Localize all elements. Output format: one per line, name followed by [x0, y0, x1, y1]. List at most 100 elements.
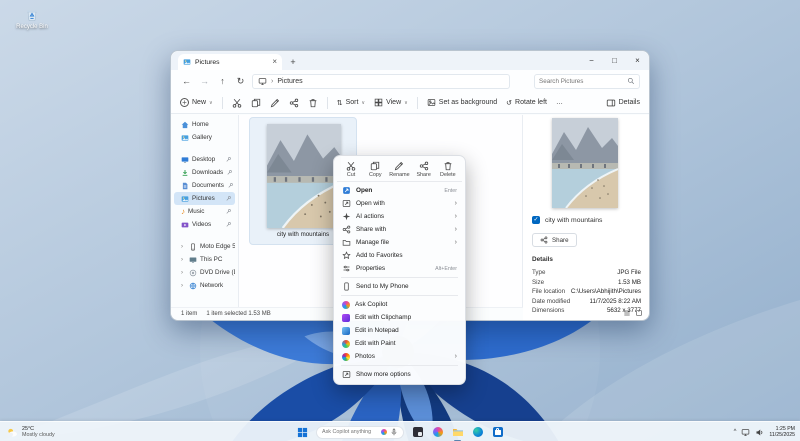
more-options-button[interactable]: …	[556, 99, 563, 106]
submenu-chevron-icon: ›	[455, 213, 457, 220]
expand-icon[interactable]: ›	[181, 257, 186, 263]
share-button[interactable]	[289, 98, 299, 108]
open-with-icon	[342, 199, 351, 208]
minimize-button[interactable]: −	[580, 51, 603, 70]
sidebar-item-this-pc[interactable]: › This PC	[174, 253, 235, 266]
submenu-chevron-icon: ›	[455, 239, 457, 246]
view-button[interactable]: View ∨	[374, 98, 408, 107]
search-input[interactable]	[539, 78, 624, 85]
forward-button[interactable]: →	[198, 76, 211, 86]
menu-item-photos[interactable]: Photos ›	[337, 350, 462, 363]
back-button[interactable]: ←	[180, 76, 193, 86]
videos-icon	[181, 221, 189, 229]
start-button[interactable]	[296, 426, 309, 439]
menu-item-add-to-favorites[interactable]: Add to Favorites	[337, 249, 462, 262]
menu-item-manage-file[interactable]: Manage file ›	[337, 236, 462, 249]
quick-rename-button[interactable]: Rename	[388, 161, 410, 178]
menu-item-share-with[interactable]: Share with ›	[337, 223, 462, 236]
music-icon: ♪	[181, 207, 185, 216]
quick-copy-button[interactable]: Copy	[364, 161, 386, 178]
menu-item-send-to-my-phone[interactable]: Send to My Phone	[337, 280, 462, 293]
copy-icon	[370, 161, 380, 171]
sort-button[interactable]: ⇅ Sort ∨	[337, 99, 365, 107]
quick-cut-button[interactable]: Cut	[340, 161, 362, 178]
taskbar-search[interactable]	[316, 426, 404, 439]
sidebar-item-gallery[interactable]: Gallery	[174, 131, 235, 144]
file-explorer-button[interactable]	[451, 426, 464, 439]
sidebar-item-videos[interactable]: Videos	[174, 218, 235, 231]
quick-delete-button[interactable]: Delete	[437, 161, 459, 178]
delete-icon	[443, 161, 453, 171]
sidebar-item-home[interactable]: Home	[174, 118, 235, 131]
menu-item-open[interactable]: Open Enter	[337, 184, 462, 197]
sort-icon: ⇅	[337, 99, 343, 107]
selected-checkbox[interactable]: ✓	[532, 216, 540, 224]
copy-button[interactable]	[251, 98, 261, 108]
thumbnail-view-icon[interactable]	[635, 309, 643, 317]
set-as-background-button[interactable]: Set as background	[427, 98, 497, 107]
details-toggle-button[interactable]: Details	[606, 98, 640, 108]
search-box[interactable]	[534, 74, 640, 89]
share-file-button[interactable]: Share	[532, 233, 577, 247]
menu-item-properties[interactable]: Properties Alt+Enter	[337, 262, 462, 275]
task-view-button[interactable]	[411, 426, 424, 439]
taskbar-search-input[interactable]	[322, 429, 378, 435]
tab-pictures[interactable]: Pictures ×	[178, 54, 282, 70]
rotate-left-icon: ↺	[506, 99, 512, 107]
navigation-pane: Home Gallery Desktop Downloads	[171, 115, 239, 320]
pin-icon	[226, 169, 233, 176]
weather-widget[interactable]: 25°C Mostly cloudy	[6, 422, 55, 441]
breadcrumb-location: Pictures	[277, 78, 302, 85]
details-heading: Details	[532, 256, 553, 263]
chevron-down-icon: ∨	[361, 100, 365, 106]
recycle-bin-shortcut[interactable]: Recycle Bin	[10, 7, 54, 30]
mic-icon[interactable]	[390, 428, 398, 436]
expand-icon[interactable]: ›	[181, 244, 186, 250]
chevron-down-icon: ∨	[209, 100, 213, 106]
edge-browser-button[interactable]	[471, 426, 484, 439]
view-label: View	[386, 99, 401, 106]
details-file-name: city with mountains	[545, 217, 602, 224]
expand-icon[interactable]: ›	[181, 283, 186, 289]
tray-chevron-icon[interactable]: ^	[734, 429, 737, 435]
menu-item-edit-in-notepad[interactable]: Edit in Notepad	[337, 324, 462, 337]
tab-close-icon[interactable]: ×	[272, 58, 277, 66]
detail-row-type: TypeJPG File	[532, 268, 641, 278]
network-display-icon[interactable]	[741, 428, 750, 437]
menu-item-edit-with-paint[interactable]: Edit with Paint	[337, 337, 462, 350]
new-tab-button[interactable]: +	[286, 55, 300, 69]
rename-button[interactable]	[270, 98, 280, 108]
maximize-button[interactable]: □	[603, 51, 626, 70]
sidebar-item-phone[interactable]: › Moto Edge 50 N	[174, 240, 235, 253]
microsoft-store-button[interactable]	[491, 426, 504, 439]
sidebar-item-network[interactable]: › Network	[174, 279, 235, 292]
rotate-left-button[interactable]: ↺ Rotate left	[506, 99, 547, 107]
breadcrumb[interactable]: › Pictures	[252, 74, 510, 89]
sidebar-item-music[interactable]: ♪ Music	[174, 205, 235, 218]
quick-share-button[interactable]: Share	[413, 161, 435, 178]
menu-item-ai-actions[interactable]: AI actions ›	[337, 210, 462, 223]
cut-button[interactable]	[232, 98, 242, 108]
refresh-button[interactable]: ↻	[234, 76, 247, 87]
up-button[interactable]: ↑	[216, 76, 229, 86]
clock[interactable]: 1:25 PM 11/25/2025	[769, 426, 795, 439]
menu-item-ask-copilot[interactable]: Ask Copilot	[337, 298, 462, 311]
close-button[interactable]: ×	[626, 51, 649, 70]
file-preview-image	[552, 118, 618, 208]
list-view-icon[interactable]	[623, 309, 631, 317]
share-icon	[419, 161, 429, 171]
menu-item-open-with[interactable]: Open with ›	[337, 197, 462, 210]
sidebar-item-dvd-drive[interactable]: › DVD Drive (D:) C	[174, 266, 235, 279]
volume-icon[interactable]	[755, 428, 764, 437]
sidebar-item-desktop[interactable]: Desktop	[174, 153, 235, 166]
sidebar-item-pictures[interactable]: Pictures	[174, 192, 235, 205]
sidebar-item-documents[interactable]: Documents	[174, 179, 235, 192]
delete-button[interactable]	[308, 98, 318, 108]
menu-item-show-more-options[interactable]: Show more options	[337, 368, 462, 381]
copilot-app-button[interactable]	[431, 426, 444, 439]
new-button[interactable]: + New ∨	[180, 98, 213, 107]
expand-icon[interactable]: ›	[181, 270, 186, 276]
menu-item-edit-with-clipchamp[interactable]: Edit with Clipchamp	[337, 311, 462, 324]
sidebar-item-downloads[interactable]: Downloads	[174, 166, 235, 179]
command-toolbar: + New ∨ ⇅ Sort ∨ View ∨	[171, 92, 649, 114]
